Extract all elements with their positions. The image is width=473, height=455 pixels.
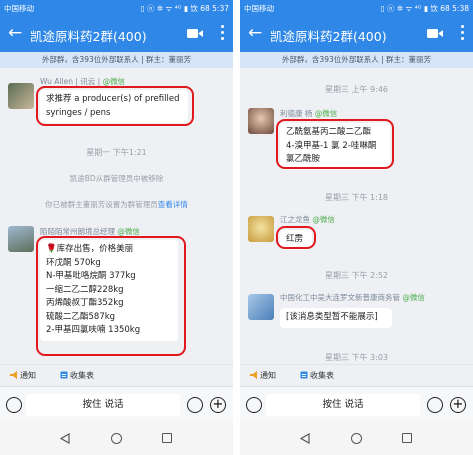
timestamp: 星期三 下午 3:03 [324, 353, 389, 362]
more-options-icon[interactable] [460, 25, 464, 41]
back-arrow-icon[interactable]: ← [248, 23, 262, 43]
more-options-icon[interactable] [220, 25, 224, 41]
collect-form-label: 收集表 [70, 371, 94, 380]
back-arrow-icon[interactable]: ← [8, 23, 22, 43]
android-nav-bar [0, 422, 233, 455]
nav-back-icon[interactable] [300, 433, 310, 444]
quick-toolbar: 通知 收集表 [0, 364, 233, 386]
highlight-box [36, 86, 194, 126]
sender-label: 江之龙鱼 [280, 215, 310, 224]
megaphone-icon [10, 371, 17, 379]
right-chat-screen: 中国移动 ▯ ⓝ ✲ ᯤ ⁴ᴳ ▮ 饮 68 5:38 ← 凯途原料药2群(40… [240, 0, 473, 455]
hold-to-talk-button[interactable]: 按住 说话 [26, 394, 180, 416]
avatar[interactable] [8, 226, 34, 252]
group-info-bar[interactable]: 外部群，含393位外部联系人 | 群主：董丽芳 [240, 52, 473, 68]
video-call-icon[interactable] [187, 28, 203, 39]
wechat-tag: @微信 [314, 109, 338, 118]
emoji-icon[interactable] [427, 397, 443, 413]
avatar[interactable] [8, 83, 34, 109]
form-icon [60, 371, 68, 379]
message-line: [该消息类型暂不能展示] [286, 312, 378, 322]
plus-icon[interactable]: + [210, 397, 226, 413]
system-status: ▯ ⓝ ✲ ᯤ ⁴ᴳ ▮ 饮 68 5:38 [380, 4, 469, 13]
message-bubble[interactable]: [该消息类型暂不能展示] [280, 308, 392, 328]
sender-name: 中国化工中吴大连罗文新普康商务管 @微信 [280, 292, 425, 303]
notice-button[interactable]: 通知 [10, 369, 36, 383]
highlight-box [276, 226, 316, 249]
avatar[interactable] [248, 294, 274, 320]
sender-label: 中国化工中吴大连罗文新普康商务管 [280, 293, 400, 302]
notice-button[interactable]: 通知 [250, 369, 276, 383]
sender-label: 陌陌陌常州朗境总经理 [40, 227, 115, 236]
nav-home-icon[interactable] [111, 433, 122, 444]
chat-header: ← 凯途原料药2群(400) [0, 16, 233, 52]
message-list[interactable]: 星期三 上午 9:46 利德康 杨 @微信 乙酰氨基丙二酸二乙酯 4-溴甲基-1… [240, 68, 473, 364]
hold-to-talk-button[interactable]: 按住 说话 [266, 394, 420, 416]
input-bar: 按住 说话 + [240, 386, 473, 422]
collect-form-label: 收集表 [310, 371, 334, 380]
chat-header: ← 凯途原料药2群(400) [240, 16, 473, 52]
left-chat-screen: 中国移动 ▯ ⓝ ✲ ᯤ ⁴ᴳ ▮ 饮 68 5:37 ← 凯途原料药2群(40… [0, 0, 233, 455]
avatar[interactable] [248, 108, 274, 134]
nav-recent-icon[interactable] [402, 433, 412, 443]
system-notice: 你已被群主董丽芳设置为群管理员查看详情 [0, 199, 233, 210]
keyboard-icon[interactable] [246, 397, 262, 413]
notice-label: 通知 [260, 371, 276, 380]
timestamp: 星期三 下午 1:18 [324, 193, 389, 202]
video-call-icon[interactable] [427, 28, 443, 39]
collect-form-button[interactable]: 收集表 [300, 369, 334, 383]
system-notice: 凯途BD从群管理员中被移除 [69, 174, 164, 183]
notice-label: 通知 [20, 371, 36, 380]
plus-icon[interactable]: + [450, 397, 466, 413]
divider [233, 0, 240, 455]
timestamp: 星期一 下午1:21 [86, 148, 147, 157]
status-bar: 中国移动 ▯ ⓝ ✲ ᯤ ⁴ᴳ ▮ 饮 68 5:38 [240, 0, 473, 16]
nav-recent-icon[interactable] [162, 433, 172, 443]
collect-form-button[interactable]: 收集表 [60, 369, 94, 383]
highlight-box [276, 119, 394, 169]
carrier-label: 中国移动 [244, 4, 274, 13]
sender-name: 利德康 杨 @微信 [280, 108, 337, 119]
keyboard-icon[interactable] [6, 397, 22, 413]
chat-title: 凯途原料药2群(400) [270, 29, 387, 44]
chat-title: 凯途原料药2群(400) [30, 29, 147, 44]
carrier-label: 中国移动 [4, 4, 34, 13]
sender-label: 利德康 杨 [280, 109, 313, 118]
message-list[interactable]: Wu Allen | 讯云 | @微信 求推荐 a producer(s) of… [0, 68, 233, 364]
input-bar: 按住 说话 + [0, 386, 233, 422]
timestamp: 星期三 上午 9:46 [324, 85, 389, 94]
system-status: ▯ ⓝ ✲ ᯤ ⁴ᴳ ▮ 饮 68 5:37 [140, 4, 229, 13]
view-details-link[interactable]: 查看详情 [158, 200, 188, 209]
timestamp: 星期三 下午 2:52 [324, 271, 389, 280]
system-notice-text: 你已被群主董丽芳设置为群管理员 [45, 200, 158, 209]
android-nav-bar [240, 422, 473, 455]
sender-label: Wu Allen | 讯云 | [40, 77, 101, 86]
sender-name: 江之龙鱼 @微信 [280, 214, 335, 225]
megaphone-icon [250, 371, 257, 379]
nav-home-icon[interactable] [351, 433, 362, 444]
avatar[interactable] [248, 216, 274, 242]
highlight-box [36, 236, 186, 356]
wechat-tag: @微信 [402, 293, 425, 302]
wechat-tag: @微信 [102, 77, 126, 86]
group-info-bar[interactable]: 外部群，含393位外部联系人 | 群主：董丽芳 [0, 52, 233, 68]
form-icon [300, 371, 308, 379]
wechat-tag: @微信 [117, 227, 140, 236]
status-bar: 中国移动 ▯ ⓝ ✲ ᯤ ⁴ᴳ ▮ 饮 68 5:37 [0, 0, 233, 16]
emoji-icon[interactable] [187, 397, 203, 413]
quick-toolbar: 通知 收集表 [240, 364, 473, 386]
nav-back-icon[interactable] [60, 433, 70, 444]
wechat-tag: @微信 [312, 215, 335, 224]
